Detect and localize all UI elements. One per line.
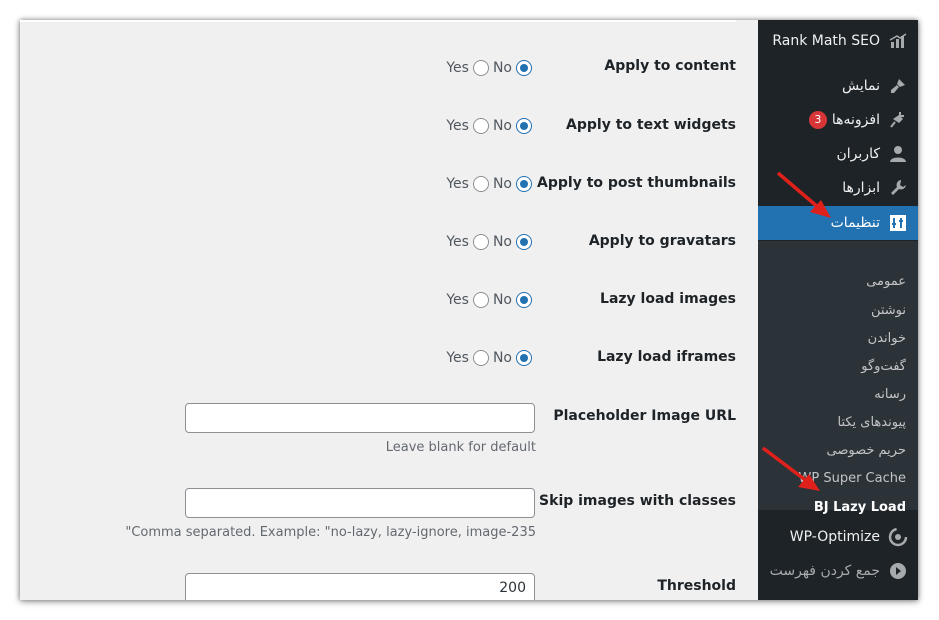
submenu-discussion[interactable]: گفت‌وگو bbox=[861, 359, 906, 374]
sidebar-item-label: WP-Optimize bbox=[789, 529, 880, 545]
submenu-reading[interactable]: خواندن bbox=[868, 331, 906, 346]
sidebar-item-users[interactable]: کاربران bbox=[758, 137, 918, 171]
admin-sidebar: Rank Math SEO نمایش 3 افزونه‌ها کاربران bbox=[750, 20, 918, 600]
sidebar-item-label: افزونه‌ها bbox=[831, 112, 880, 128]
no-label: No bbox=[492, 350, 512, 366]
no-radio[interactable] bbox=[516, 176, 532, 192]
no-label: No bbox=[492, 292, 512, 308]
sidebar-item-settings[interactable]: تنظیمات bbox=[750, 206, 918, 240]
yes-radio[interactable] bbox=[472, 350, 489, 366]
submenu-writing[interactable]: نوشتن bbox=[871, 303, 906, 318]
lazy-load-images-radio-group: Yes No bbox=[446, 290, 536, 310]
divider bbox=[20, 20, 736, 22]
no-label: No bbox=[492, 176, 512, 192]
no-radio[interactable] bbox=[516, 350, 532, 366]
apply-to-gravatars-radio-group: Yes No bbox=[446, 232, 536, 252]
yes-radio[interactable] bbox=[472, 118, 489, 134]
submenu-wp-super-cache[interactable]: WP Super Cache bbox=[799, 471, 906, 486]
yes-radio[interactable] bbox=[472, 292, 489, 308]
sidebar-item-rank-math[interactable]: Rank Math SEO bbox=[758, 24, 918, 58]
yes-label: Yes bbox=[446, 118, 469, 134]
submenu-permalinks[interactable]: پیوندهای یکتا bbox=[837, 415, 906, 430]
no-label: No bbox=[492, 234, 512, 250]
user-icon bbox=[888, 144, 908, 164]
no-radio[interactable] bbox=[516, 234, 532, 250]
yes-label: Yes bbox=[446, 234, 469, 250]
sidebar-item-label: تنظیمات bbox=[830, 215, 880, 231]
settings-submenu: عمومی نوشتن خواندن گفت‌وگو رسانه پیوندها… bbox=[758, 241, 918, 515]
apply-to-text-widgets-radio-group: Yes No bbox=[446, 116, 536, 136]
sidebar-item-appearance[interactable]: نمایش bbox=[758, 69, 918, 103]
yes-radio[interactable] bbox=[472, 176, 489, 192]
rank-math-icon bbox=[888, 31, 908, 51]
paintbrush-icon bbox=[888, 76, 908, 96]
yes-label: Yes bbox=[446, 176, 469, 192]
sidebar-item-wp-optimize[interactable]: WP-Optimize bbox=[758, 520, 918, 554]
sidebar-item-label: Rank Math SEO bbox=[772, 33, 880, 49]
yes-radio[interactable] bbox=[472, 234, 489, 250]
plugin-icon bbox=[888, 110, 908, 130]
lazy-load-iframes-radio-group: Yes No bbox=[446, 348, 536, 368]
settings-icon bbox=[888, 213, 908, 233]
placeholder-image-url-input[interactable] bbox=[185, 403, 535, 433]
no-radio[interactable] bbox=[516, 118, 532, 134]
sidebar-item-label: نمایش bbox=[841, 78, 880, 94]
no-radio[interactable] bbox=[516, 292, 532, 308]
sidebar-item-label: جمع کردن فهرست bbox=[769, 563, 880, 579]
sidebar-item-label: کاربران bbox=[836, 146, 880, 162]
wrench-icon bbox=[888, 178, 908, 198]
skip-classes-description: "Comma separated. Example: "no-lazy, laz… bbox=[125, 525, 536, 540]
no-label: No bbox=[492, 118, 512, 134]
wp-optimize-icon bbox=[888, 527, 908, 547]
active-pointer bbox=[750, 215, 758, 231]
update-count-badge: 3 bbox=[808, 111, 827, 129]
submenu-general[interactable]: عمومی bbox=[866, 274, 906, 289]
settings-panel: Apply to content Yes No Apply to text wi… bbox=[20, 20, 758, 600]
yes-label: Yes bbox=[446, 292, 469, 308]
screenshot-frame: Apply to content Yes No Apply to text wi… bbox=[20, 20, 918, 600]
apply-to-post-thumbnails-radio-group: Yes No bbox=[446, 174, 536, 194]
no-radio[interactable] bbox=[516, 60, 532, 76]
sidebar-item-collapse-menu[interactable]: جمع کردن فهرست bbox=[758, 554, 918, 588]
skip-classes-input[interactable] bbox=[185, 488, 535, 518]
no-label: No bbox=[492, 60, 512, 76]
placeholder-image-description: Leave blank for default bbox=[385, 440, 536, 455]
yes-label: Yes bbox=[446, 60, 469, 76]
collapse-icon bbox=[888, 561, 908, 581]
sidebar-item-plugins[interactable]: 3 افزونه‌ها bbox=[758, 103, 918, 137]
submenu-media[interactable]: رسانه bbox=[874, 387, 906, 402]
threshold-input[interactable] bbox=[185, 573, 535, 600]
yes-label: Yes bbox=[446, 350, 469, 366]
submenu-privacy[interactable]: حریم خصوصی bbox=[826, 443, 906, 458]
sidebar-item-label: ابزارها bbox=[842, 180, 880, 196]
yes-radio[interactable] bbox=[472, 60, 489, 76]
apply-to-content-radio-group: Yes No bbox=[446, 58, 536, 78]
submenu-bj-lazy-load[interactable]: BJ Lazy Load bbox=[814, 500, 906, 515]
sidebar-item-tools[interactable]: ابزارها bbox=[758, 171, 918, 205]
